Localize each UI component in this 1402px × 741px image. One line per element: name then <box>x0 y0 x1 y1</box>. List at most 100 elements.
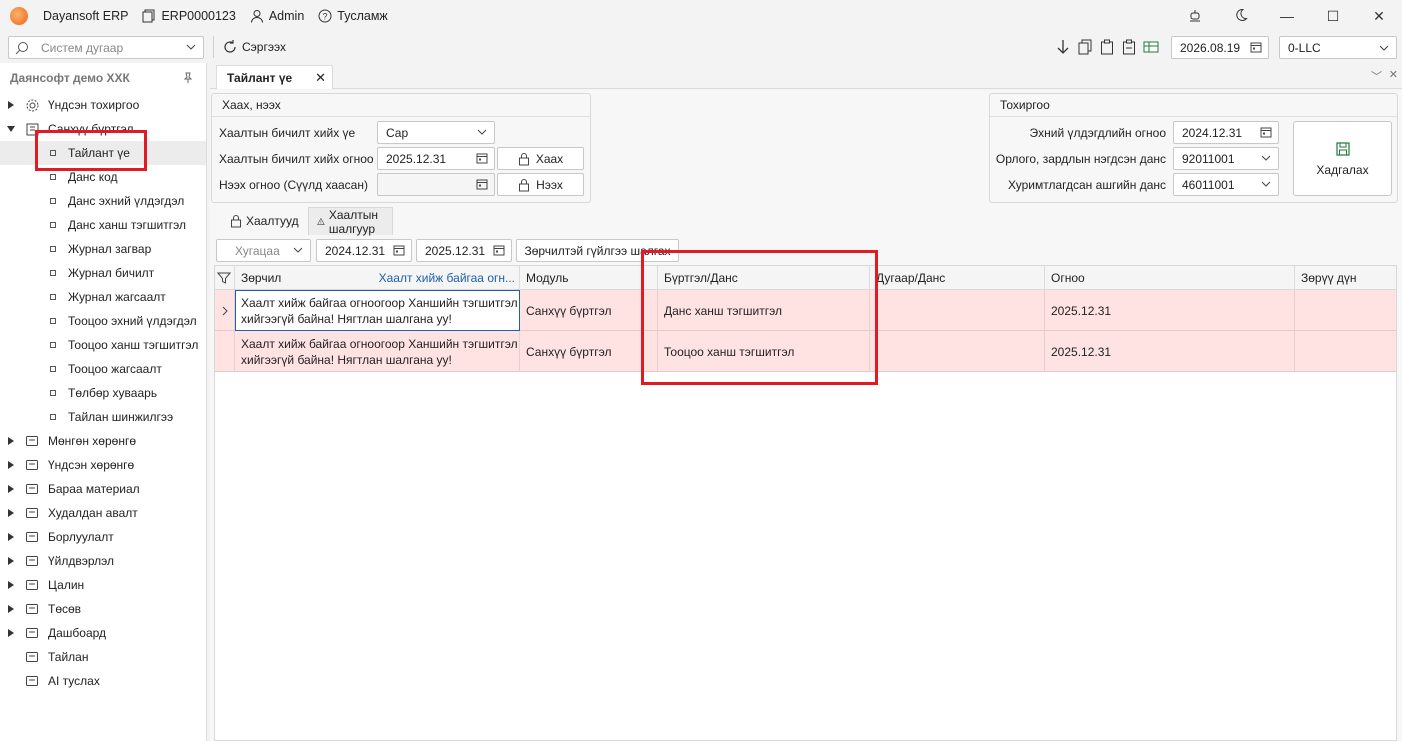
ai-assistant-icon <box>24 673 40 689</box>
tab-closings[interactable]: Хаалтууд <box>222 207 307 235</box>
sidebar-subitem[interactable]: Тооцоо эхний үлдэгдэл <box>0 309 206 333</box>
sidebar-module-item[interactable]: Борлуулалт <box>0 525 206 549</box>
number-cell[interactable] <box>870 331 1045 372</box>
open-date-field[interactable] <box>377 173 495 196</box>
sidebar-module-item[interactable]: Худалдан авалт <box>0 501 206 525</box>
number-cell[interactable] <box>870 290 1045 331</box>
current-date-field[interactable]: 2026.08.19 <box>1171 36 1269 59</box>
bullet-icon <box>50 390 56 396</box>
chevron-down-icon <box>1261 155 1271 161</box>
period-filter-select[interactable]: Хугацаа <box>216 239 311 262</box>
unlock-icon <box>519 178 530 191</box>
sidebar-module-item[interactable]: Тайлан <box>0 645 206 669</box>
sidebar-subitem[interactable]: Тайлан шинжилгээ <box>0 405 206 429</box>
money-icon <box>24 433 40 449</box>
save-button[interactable]: Хадгалах <box>1293 121 1392 196</box>
tab-list-chevron-icon[interactable]: ﹀ <box>1371 68 1382 84</box>
svg-text:?: ? <box>323 12 328 22</box>
asset-icon <box>24 457 40 473</box>
difference-cell[interactable] <box>1295 290 1398 331</box>
column-header-difference[interactable]: Зөрүү дүн <box>1295 266 1398 290</box>
difference-cell[interactable] <box>1295 331 1398 372</box>
date-cell[interactable]: 2025.12.31 <box>1045 331 1295 372</box>
retained-earnings-select[interactable]: 46011001 <box>1173 173 1279 196</box>
save-icon <box>1335 141 1350 156</box>
sidebar-item-settings[interactable]: Үндсэн тохиргоо <box>0 93 206 117</box>
date-to-field[interactable]: 2025.12.31 <box>416 239 512 262</box>
help-button[interactable]: ? Тусламж <box>318 9 388 23</box>
column-header-number[interactable]: Дугаар/Данс <box>870 266 1045 290</box>
highlight-box-sidebar <box>35 130 147 171</box>
sidebar-module-item[interactable]: AI туслах <box>0 669 206 693</box>
calendar-icon <box>476 179 488 190</box>
sidebar-module-item[interactable]: Үйлдвэрлэл <box>0 549 206 573</box>
refresh-button[interactable]: Сэргээх <box>222 39 286 55</box>
robot-icon[interactable] <box>1172 8 1218 25</box>
close-all-tabs-icon[interactable]: ✕ <box>1389 68 1398 81</box>
open-period-button[interactable]: Нээх <box>497 173 584 196</box>
module-cell[interactable]: Санхүү бүртгэл <box>520 290 658 331</box>
sidebar-module-item[interactable]: Үндсэн хөрөнгө <box>0 453 206 477</box>
pin-icon[interactable] <box>182 72 194 84</box>
sidebar-subitem[interactable]: Журнал бичилт <box>0 261 206 285</box>
excel-icon[interactable] <box>1140 37 1162 57</box>
sidebar-module-item[interactable]: Дашбоард <box>0 621 206 645</box>
title-bar: Dayansoft ERP ERP0000123 Admin ? Тусламж… <box>0 0 1402 32</box>
sidebar-module-item[interactable]: Цалин <box>0 573 206 597</box>
close-tab-icon[interactable]: ✕ <box>315 70 326 86</box>
sidebar-subitem-label: Журнал загвар <box>68 242 152 256</box>
sidebar-subitem[interactable]: Төлбөр хуваарь <box>0 381 206 405</box>
sidebar-subitem[interactable]: Журнал загвар <box>0 237 206 261</box>
copy-doc-icon[interactable] <box>1074 37 1096 57</box>
clipboard-icon[interactable] <box>1096 37 1118 57</box>
sidebar-subitem[interactable]: Данс ханш тэгшитгэл <box>0 213 206 237</box>
sidebar-subitem[interactable]: Данс эхний үлдэгдэл <box>0 189 206 213</box>
date-cell[interactable]: 2025.12.31 <box>1045 290 1295 331</box>
sidebar-subitem[interactable]: Журнал жагсаалт <box>0 285 206 309</box>
tab-reporting-period[interactable]: Тайлант үе ✕ <box>216 65 333 89</box>
issue-cell[interactable]: Хаалт хийж байгаа огноогоор Ханшийн тэгш… <box>235 331 520 372</box>
column-header-date[interactable]: Огноо <box>1045 266 1295 290</box>
maximize-button[interactable]: ☐ <box>1310 8 1356 25</box>
sidebar-subitem-label: Журнал жагсаалт <box>68 290 166 304</box>
sidebar-subitem[interactable]: Тооцоо ханш тэгшитгэл <box>0 333 206 357</box>
sidebar-module-item[interactable]: Төсөв <box>0 597 206 621</box>
app-logo-icon <box>10 7 28 25</box>
user-button[interactable]: Admin <box>250 9 304 23</box>
purchase-icon <box>24 505 40 521</box>
column-header-module[interactable]: Модуль <box>520 266 658 290</box>
minimize-button[interactable]: — <box>1264 8 1310 24</box>
income-account-select[interactable]: 92011001 <box>1173 147 1279 170</box>
collapse-arrow-icon <box>7 126 15 132</box>
sidebar-subitem-label: Тооцоо эхний үлдэгдэл <box>68 314 197 328</box>
column-header-issue[interactable]: Зөрчил Хаалт хийж байгаа огн... <box>235 266 520 290</box>
tab-closing-checks[interactable]: Хаалтын шалгуур <box>308 207 394 236</box>
toolbar-divider <box>213 36 214 58</box>
close-period-button[interactable]: Хаах <box>497 147 584 170</box>
closing-date-column-link[interactable]: Хаалт хийж байгаа огн... <box>379 271 515 285</box>
calendar-icon <box>393 245 405 256</box>
period-select[interactable]: Сар <box>377 121 495 144</box>
company-select[interactable]: 0-LLC <box>1279 36 1397 59</box>
settings-group-title: Тохиргоо <box>1000 98 1050 112</box>
close-window-button[interactable]: ✕ <box>1356 8 1402 25</box>
sidebar-subitem-label: Тайлан шинжилгээ <box>68 410 174 424</box>
sidebar-module-item[interactable]: Бараа материал <box>0 477 206 501</box>
sidebar-subitem[interactable]: Тооцоо жагсаалт <box>0 357 206 381</box>
sidebar-subitem-label: Данс ханш тэгшитгэл <box>68 218 186 232</box>
download-icon[interactable] <box>1052 37 1074 57</box>
erp-code-button[interactable]: ERP0000123 <box>142 9 236 23</box>
date-from-field[interactable]: 2024.12.31 <box>316 239 412 262</box>
close-date-field[interactable]: 2025.12.31 <box>377 147 495 170</box>
paste-icon[interactable] <box>1118 37 1140 57</box>
issue-cell[interactable]: Хаалт хийж байгаа огноогоор Ханшийн тэгш… <box>235 290 520 331</box>
module-cell[interactable]: Санхүү бүртгэл <box>520 331 658 372</box>
dark-mode-icon[interactable] <box>1218 8 1264 25</box>
initial-balance-date-field[interactable]: 2024.12.31 <box>1173 121 1279 144</box>
filter-icon[interactable] <box>215 266 235 290</box>
sidebar-module-item[interactable]: Мөнгөн хөрөнгө <box>0 429 206 453</box>
system-search-input[interactable]: Систем дугаар <box>8 36 204 59</box>
sidebar-module-label: Борлуулалт <box>48 530 114 544</box>
sidebar-subitem-label: Журнал бичилт <box>68 266 155 280</box>
bullet-icon <box>50 366 56 372</box>
